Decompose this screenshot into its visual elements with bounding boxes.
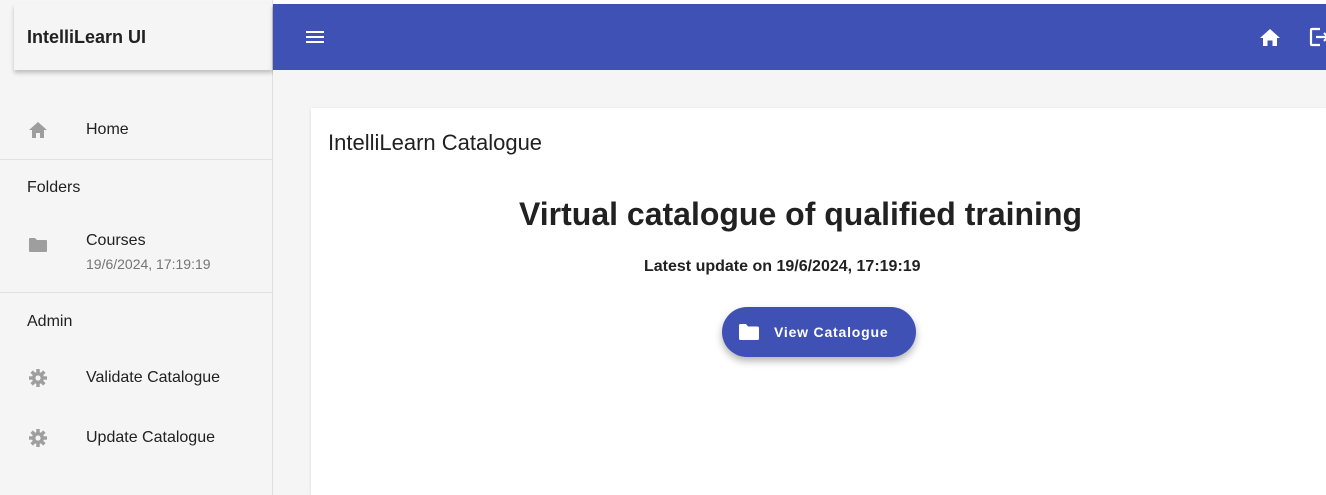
logout-button[interactable] (1308, 26, 1326, 48)
menu-icon (305, 31, 325, 52)
app-title: IntelliLearn UI (14, 4, 272, 70)
view-catalogue-button[interactable]: View Catalogue (722, 307, 916, 357)
sidebar-item-home[interactable]: Home (0, 110, 273, 150)
section-header-folders: Folders (27, 179, 81, 196)
sidebar-item-update-catalogue[interactable]: Update Catalogue (0, 418, 273, 458)
menu-button[interactable] (305, 26, 325, 48)
home-button[interactable] (1258, 26, 1282, 48)
folder-icon (738, 323, 760, 341)
home-icon (1258, 29, 1282, 52)
card-title: IntelliLearn Catalogue (328, 130, 543, 155)
logout-icon (1308, 27, 1326, 48)
sidebar-item-label: Update Catalogue (86, 429, 215, 446)
sidebar: IntelliLearn UI Home Folders Courses 19/… (0, 0, 273, 495)
divider (0, 159, 273, 160)
top-app-bar (273, 4, 1326, 70)
latest-update-text: Latest update on 19/6/2024, 17:19:19 (644, 258, 921, 275)
sidebar-item-validate-catalogue[interactable]: Validate Catalogue (0, 358, 273, 398)
sidebar-item-label: Courses (86, 232, 146, 249)
catalogue-card: IntelliLearn Catalogue Virtual catalogue… (311, 108, 1326, 495)
headline: Virtual catalogue of qualified training (519, 196, 1083, 232)
sidebar-item-label: Home (86, 121, 129, 138)
gear-icon (28, 428, 48, 448)
main-content: IntelliLearn Catalogue Virtual catalogue… (273, 70, 1326, 495)
sidebar-item-courses[interactable]: Courses 19/6/2024, 17:19:19 (0, 232, 273, 276)
home-icon (28, 120, 48, 140)
sidebar-item-subtitle: 19/6/2024, 17:19:19 (86, 256, 211, 272)
sidebar-item-label: Validate Catalogue (86, 369, 221, 386)
divider (0, 292, 273, 293)
folder-icon (28, 235, 48, 255)
section-header-admin: Admin (27, 313, 73, 330)
gear-icon (28, 368, 48, 388)
view-catalogue-label: View Catalogue (774, 324, 889, 340)
